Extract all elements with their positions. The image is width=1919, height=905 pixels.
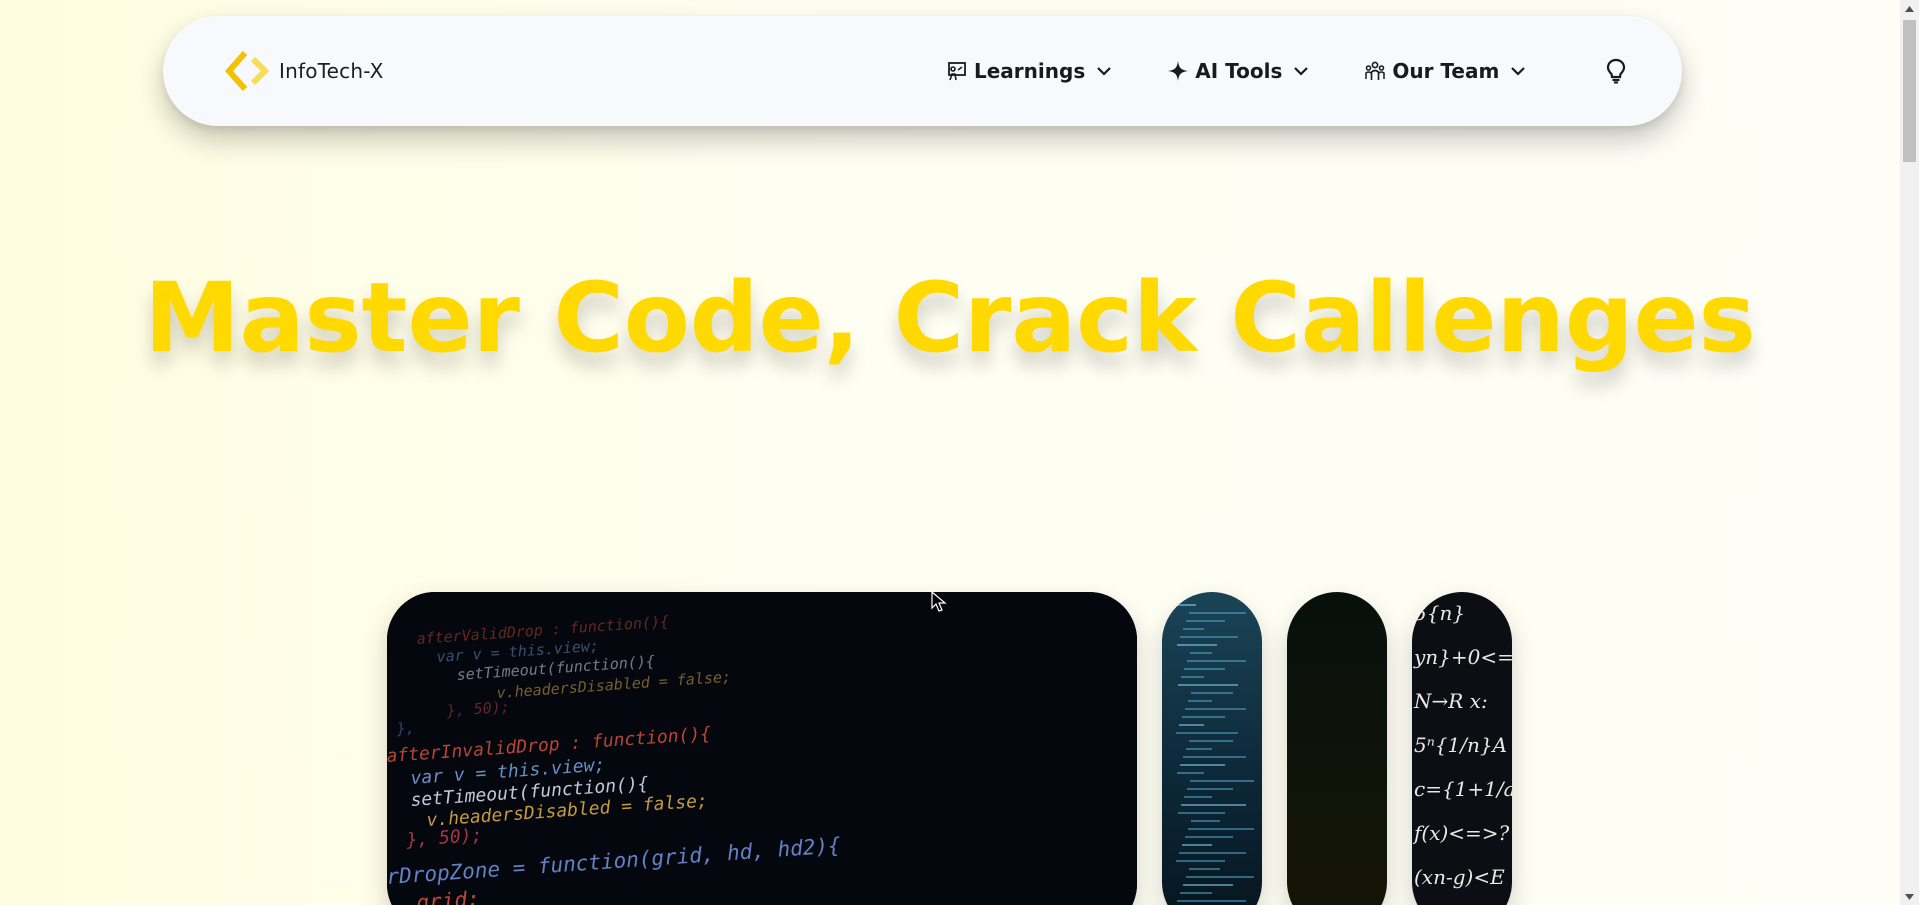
terminal-line xyxy=(1185,708,1246,710)
gallery-card-terminal[interactable] xyxy=(1162,592,1262,905)
terminal-line xyxy=(1181,676,1204,678)
terminal-line xyxy=(1186,748,1212,750)
terminal-line xyxy=(1177,772,1204,774)
terminal-line xyxy=(1181,804,1246,806)
terminal-line xyxy=(1190,652,1212,654)
terminal-line xyxy=(1176,604,1196,606)
math-formula: c={1+1/a} xyxy=(1414,777,1512,801)
nav-item-ai-tools[interactable]: AI Tools xyxy=(1167,59,1310,83)
terminal-line xyxy=(1177,900,1246,902)
terminal-line xyxy=(1176,860,1225,862)
nav-item-label: Our Team xyxy=(1392,59,1500,83)
terminal-line xyxy=(1188,828,1254,830)
terminal-line xyxy=(1184,668,1225,670)
terminal-line xyxy=(1186,620,1225,622)
terminal-line xyxy=(1180,636,1238,638)
nav-item-our-team[interactable]: Our Team xyxy=(1364,59,1527,83)
nav-item-label: Learnings xyxy=(974,59,1086,83)
terminal-line xyxy=(1182,716,1225,718)
math-formula: yn}+0<=> xyxy=(1413,645,1512,669)
brand-link[interactable]: InfoTech-X xyxy=(225,49,384,93)
terminal-line xyxy=(1190,780,1254,782)
sparkle-icon xyxy=(1167,60,1189,82)
terminal-line xyxy=(1179,724,1204,726)
code-line: grid; xyxy=(416,887,481,905)
chevron-down-icon xyxy=(1292,62,1310,80)
scroll-down-arrow-icon[interactable] xyxy=(1900,888,1919,905)
hero-title: Master Code, Crack Callenges xyxy=(144,262,1756,374)
gallery-card-code[interactable]: afterValidDrop : function(){ var v = thi… xyxy=(387,592,1137,905)
terminal-line xyxy=(1187,660,1246,662)
terminal-line xyxy=(1185,836,1233,838)
terminal-line xyxy=(1189,740,1233,742)
chevron-down-icon xyxy=(1509,62,1527,80)
math-formula: (xn-g)<E xyxy=(1414,865,1505,889)
page-scrollbar[interactable] xyxy=(1900,0,1919,905)
terminal-line xyxy=(1189,612,1246,614)
terminal-line xyxy=(1183,884,1233,886)
terminal-line xyxy=(1191,692,1233,694)
navbar: InfoTech-X Learnings AI Tools Our Team xyxy=(163,16,1682,126)
terminal-line xyxy=(1178,812,1225,814)
math-formula: 5{n} xyxy=(1414,601,1465,625)
terminal-line xyxy=(1179,852,1246,854)
chevron-bracket-icon xyxy=(225,51,270,91)
math-formula: f(x)<=>? xyxy=(1412,821,1510,845)
nav-item-label: AI Tools xyxy=(1195,59,1283,83)
chevron-down-icon xyxy=(1095,62,1113,80)
terminal-image xyxy=(1176,604,1254,902)
scrollbar-thumb[interactable] xyxy=(1903,20,1916,162)
code-line: }, xyxy=(395,719,415,738)
terminal-line xyxy=(1188,700,1212,702)
terminal-line xyxy=(1183,756,1246,758)
terminal-line xyxy=(1184,796,1212,798)
terminal-line xyxy=(1183,628,1204,630)
mouse-cursor-icon xyxy=(931,591,947,612)
terminal-line xyxy=(1182,844,1212,846)
nav-item-learnings[interactable]: Learnings xyxy=(946,59,1113,83)
scroll-up-arrow-icon[interactable] xyxy=(1900,0,1919,17)
terminal-line xyxy=(1176,732,1238,734)
terminal-line xyxy=(1180,764,1225,766)
nav-menu: Learnings AI Tools Our Team xyxy=(946,54,1527,88)
presentation-icon xyxy=(946,60,968,82)
terminal-line xyxy=(1180,892,1212,894)
math-formula: 5ⁿ{1/n}A xyxy=(1414,733,1507,757)
terminal-line xyxy=(1191,820,1220,822)
gallery-card-dark[interactable] xyxy=(1287,592,1387,905)
terminal-line xyxy=(1178,684,1238,686)
code-image: afterValidDrop : function(){ var v = thi… xyxy=(387,592,1137,905)
terminal-line xyxy=(1189,868,1220,870)
brand-name: InfoTech-X xyxy=(279,59,384,83)
gallery-card-math[interactable]: 5{n} yn}+0<=> N→R x: 5ⁿ{1/n}A c={1+1/a} f(x)<… xyxy=(1412,592,1512,905)
lightbulb-icon[interactable] xyxy=(1603,58,1629,84)
team-icon xyxy=(1364,60,1386,82)
math-image: 5{n} yn}+0<=> N→R x: 5ⁿ{1/n}A c={1+1/a} f(x)<… xyxy=(1412,601,1512,889)
page: InfoTech-X Learnings AI Tools Our Team M… xyxy=(0,0,1900,905)
terminal-line xyxy=(1187,788,1233,790)
terminal-line xyxy=(1177,644,1217,646)
terminal-line xyxy=(1186,876,1254,878)
math-formula: N→R x: xyxy=(1413,689,1488,713)
